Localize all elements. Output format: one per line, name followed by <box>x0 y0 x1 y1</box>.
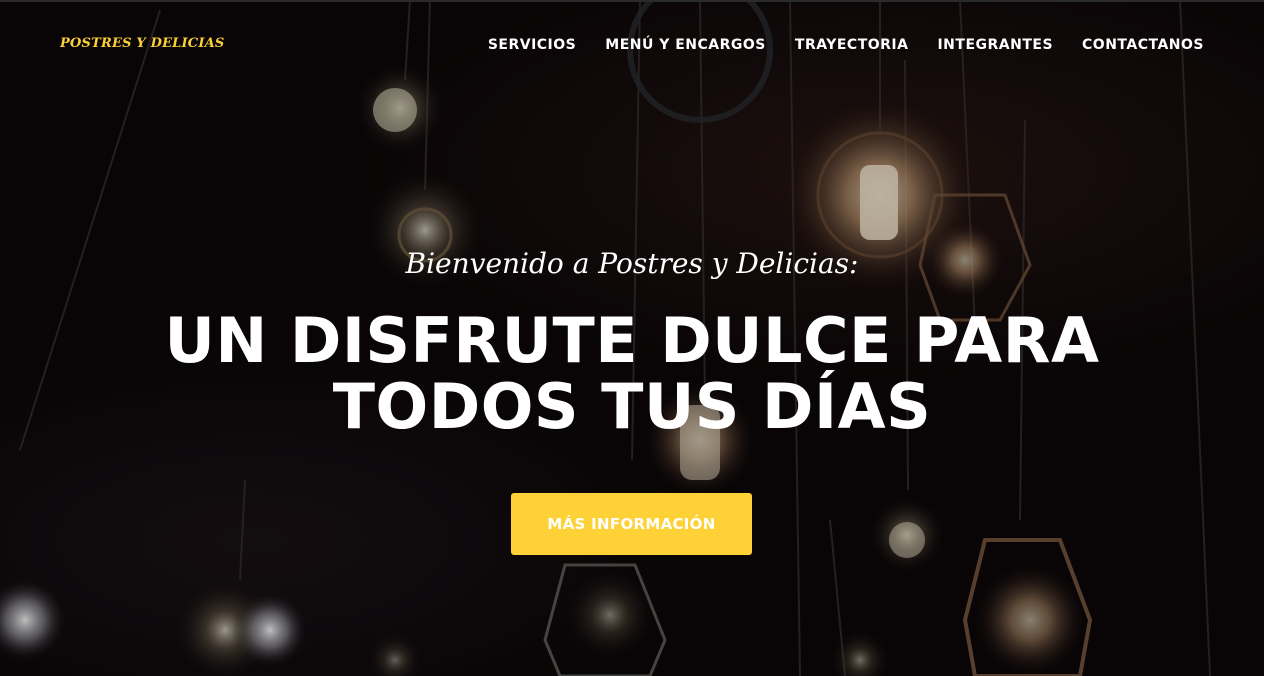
nav-item-servicios: SERVICIOS <box>488 34 576 53</box>
hero-heading: UN DISFRUTE DULCE PARA TODOS TUS DÍAS <box>164 304 1100 443</box>
nav-link-servicios[interactable]: SERVICIOS <box>488 37 576 53</box>
nav-link-integrantes[interactable]: INTEGRANTES <box>937 37 1053 53</box>
nav-item-contactanos: CONTACTANOS <box>1082 34 1204 53</box>
nav-item-trayectoria: TRAYECTORIA <box>795 34 909 53</box>
brand-logo-link[interactable]: POSTRES Y DELICIAS <box>60 36 225 51</box>
nav-link-contactanos[interactable]: CONTACTANOS <box>1082 37 1204 53</box>
hero-intro: Bienvenido a Postres y Delicias: UN DISF… <box>0 240 1264 440</box>
hero-section: POSTRES Y DELICIAS SERVICIOS MENÚ Y ENCA… <box>0 0 1264 676</box>
nav-menu: SERVICIOS MENÚ Y ENCARGOS TRAYECTORIA IN… <box>488 34 1204 53</box>
hero-lead-text: Bienvenido a Postres y Delicias: <box>405 247 859 280</box>
more-info-button[interactable]: MÁS INFORMACIÓN <box>511 493 752 555</box>
nav-item-integrantes: INTEGRANTES <box>937 34 1053 53</box>
nav-item-menu-y-encargos: MENÚ Y ENCARGOS <box>605 34 766 53</box>
nav-link-menu-y-encargos[interactable]: MENÚ Y ENCARGOS <box>605 37 766 53</box>
main-navbar: POSTRES Y DELICIAS SERVICIOS MENÚ Y ENCA… <box>0 0 1264 88</box>
nav-link-trayectoria[interactable]: TRAYECTORIA <box>795 37 909 53</box>
